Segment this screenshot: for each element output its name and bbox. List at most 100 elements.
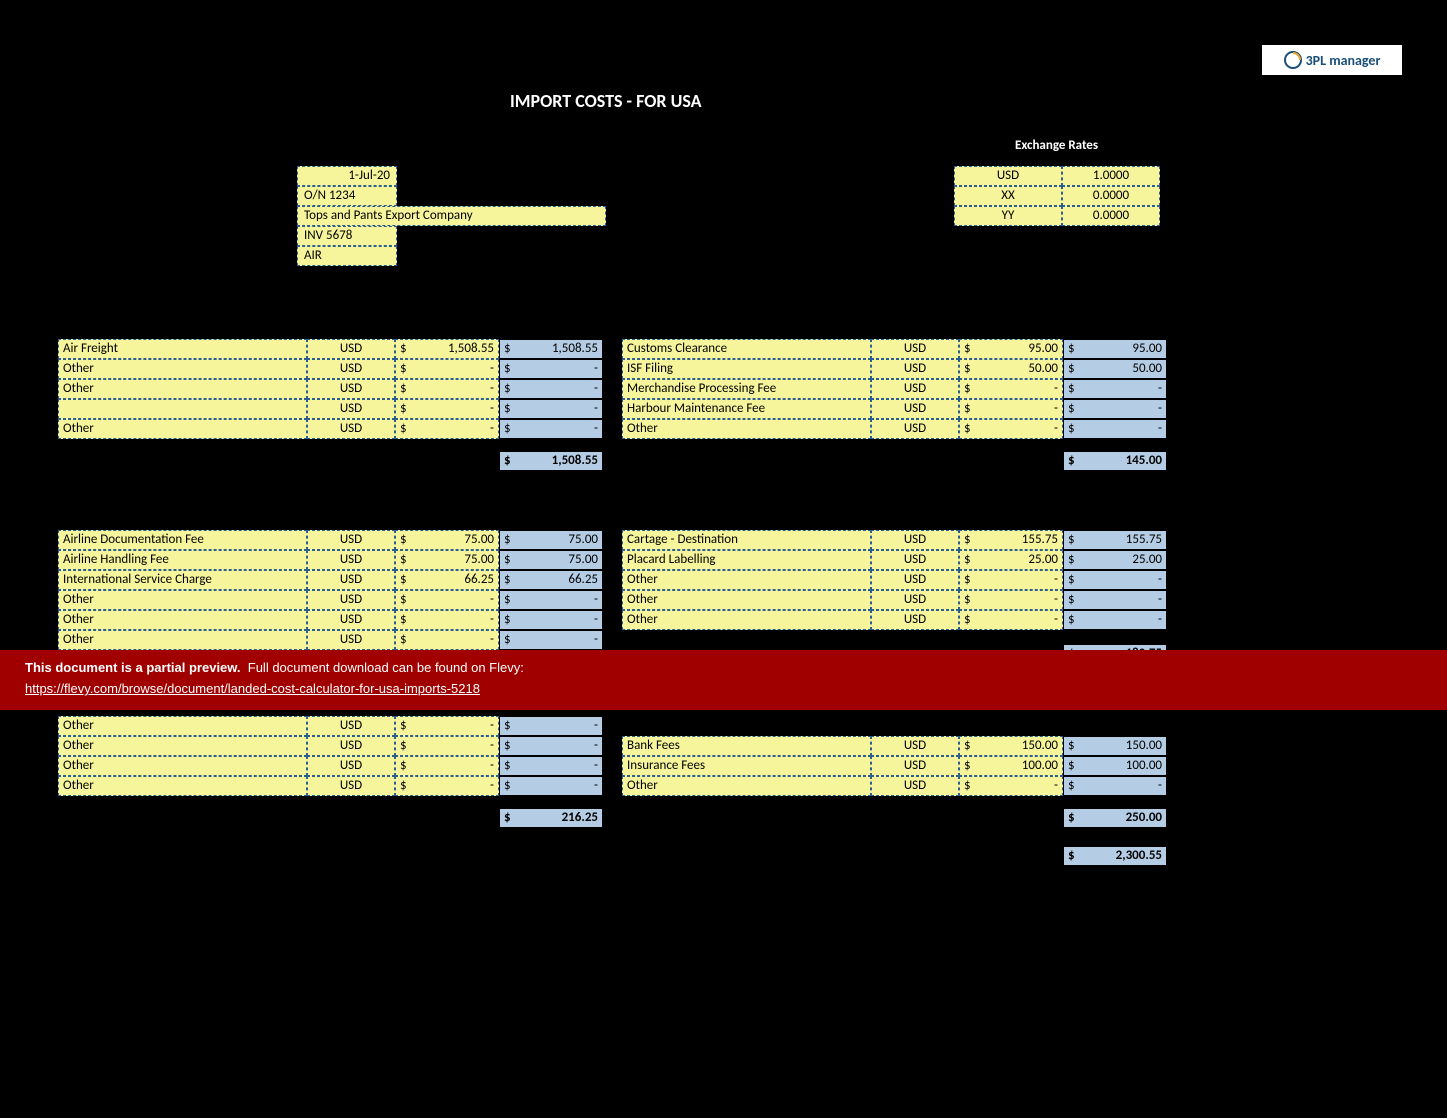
- row-amount: $155.75: [959, 530, 1063, 550]
- row-description: Other: [622, 570, 871, 590]
- rate-value: 1.0000: [1062, 166, 1160, 186]
- row-amount: $-: [395, 630, 499, 650]
- row-description: Other: [58, 756, 307, 776]
- row-converted: $-: [499, 756, 603, 776]
- row-converted: $-: [1063, 610, 1167, 630]
- row-description: Other: [58, 630, 307, 650]
- row-currency: USD: [307, 530, 395, 550]
- row-amount: $95.00: [959, 339, 1063, 359]
- rate-currency: XX: [954, 186, 1062, 206]
- row-description: ISF Filing: [622, 359, 871, 379]
- row-converted: $-: [499, 630, 603, 650]
- table-row: ISF FilingUSD$50.00$50.00: [622, 359, 1167, 379]
- row-amount: $1,508.55: [395, 339, 499, 359]
- row-converted: $-: [1063, 379, 1167, 399]
- row-converted: $1,508.55: [499, 339, 603, 359]
- row-amount: $-: [959, 570, 1063, 590]
- row-description: Air Freight: [58, 339, 307, 359]
- table-row: OtherUSD$-$-: [58, 610, 603, 630]
- row-currency: USD: [871, 530, 959, 550]
- row-converted: $-: [499, 379, 603, 399]
- row-amount: $-: [395, 736, 499, 756]
- table-row: Harbour Maintenance FeeUSD$-$-: [622, 399, 1167, 419]
- customs-table: Customs ClearanceUSD$95.00$95.00ISF Fili…: [622, 339, 1167, 439]
- row-converted: $-: [499, 359, 603, 379]
- logo-3pl-manager: 3PL manager: [1262, 45, 1402, 75]
- row-converted: $100.00: [1063, 756, 1167, 776]
- row-converted: $25.00: [1063, 550, 1167, 570]
- table-row: OtherUSD$-$-: [622, 610, 1167, 630]
- row-currency: USD: [307, 379, 395, 399]
- logo-text: 3PL manager: [1306, 52, 1381, 69]
- row-amount: $75.00: [395, 550, 499, 570]
- table-row: OtherUSD$-$-: [622, 419, 1167, 439]
- freight-subtotal: $1,508.55: [499, 451, 603, 471]
- row-amount: $-: [395, 419, 499, 439]
- row-converted: $75.00: [499, 530, 603, 550]
- row-converted: $-: [1063, 776, 1167, 796]
- table-row: Cartage - DestinationUSD$155.75$155.75: [622, 530, 1167, 550]
- row-amount: $100.00: [959, 756, 1063, 776]
- logo-icon: [1284, 51, 1302, 69]
- row-amount: $50.00: [959, 359, 1063, 379]
- row-description: Merchandise Processing Fee: [622, 379, 871, 399]
- freight-table: Air FreightUSD$1,508.55$1,508.55OtherUSD…: [58, 339, 603, 439]
- row-amount: $150.00: [959, 736, 1063, 756]
- row-description: Placard Labelling: [622, 550, 871, 570]
- row-currency: USD: [871, 590, 959, 610]
- airline-subtotal: $216.25: [499, 808, 603, 828]
- row-description: Other: [622, 610, 871, 630]
- bank-subtotal: $250.00: [1063, 808, 1167, 828]
- row-currency: USD: [871, 379, 959, 399]
- row-currency: USD: [871, 776, 959, 796]
- row-currency: USD: [307, 339, 395, 359]
- row-amount: $-: [395, 756, 499, 776]
- bank-fees-table: Bank FeesUSD$150.00$150.00Insurance Fees…: [622, 736, 1167, 796]
- rate-value: 0.0000: [1062, 186, 1160, 206]
- table-row: Merchandise Processing FeeUSD$-$-: [622, 379, 1167, 399]
- page-title: IMPORT COSTS - FOR USA: [510, 90, 702, 112]
- row-description: Cartage - Destination: [622, 530, 871, 550]
- row-currency: USD: [871, 419, 959, 439]
- row-currency: USD: [307, 610, 395, 630]
- row-amount: $-: [959, 399, 1063, 419]
- row-currency: USD: [307, 359, 395, 379]
- table-row: OtherUSD$-$-: [622, 590, 1167, 610]
- info-order-no: O/N 1234: [297, 186, 397, 206]
- row-amount: $-: [395, 359, 499, 379]
- row-amount: $-: [395, 776, 499, 796]
- row-currency: USD: [307, 736, 395, 756]
- row-description: Other: [622, 590, 871, 610]
- table-row: OtherUSD$-$-: [622, 776, 1167, 796]
- row-amount: $-: [959, 610, 1063, 630]
- row-description: International Service Charge: [58, 570, 307, 590]
- row-amount: $-: [395, 590, 499, 610]
- row-converted: $-: [499, 716, 603, 736]
- rate-currency: USD: [954, 166, 1062, 186]
- row-amount: $-: [395, 610, 499, 630]
- row-currency: USD: [307, 419, 395, 439]
- banner-link[interactable]: https://flevy.com/browse/document/landed…: [25, 681, 480, 696]
- table-row: OtherUSD$-$-: [58, 716, 603, 736]
- preview-banner: This document is a partial preview. Full…: [0, 650, 1447, 710]
- row-currency: USD: [307, 570, 395, 590]
- row-amount: $25.00: [959, 550, 1063, 570]
- table-row: USD$-$-: [58, 399, 603, 419]
- row-description: Bank Fees: [622, 736, 871, 756]
- row-description: Customs Clearance: [622, 339, 871, 359]
- row-description: Other: [58, 419, 307, 439]
- page-root: 3PL manager IMPORT COSTS - FOR USA Excha…: [0, 0, 1447, 1118]
- customs-subtotal: $145.00: [1063, 451, 1167, 471]
- airline-fees-table-cont: OtherUSD$-$-OtherUSD$-$-OtherUSD$-$-Othe…: [58, 716, 603, 796]
- row-currency: USD: [871, 550, 959, 570]
- row-description: Other: [58, 776, 307, 796]
- info-mode: AIR: [297, 246, 397, 266]
- table-row: Customs ClearanceUSD$95.00$95.00: [622, 339, 1167, 359]
- row-amount: $-: [959, 590, 1063, 610]
- info-invoice: INV 5678: [297, 226, 397, 246]
- row-converted: $155.75: [1063, 530, 1167, 550]
- row-amount: $-: [395, 379, 499, 399]
- row-converted: $-: [499, 736, 603, 756]
- row-converted: $50.00: [1063, 359, 1167, 379]
- table-row: OtherUSD$-$-: [58, 736, 603, 756]
